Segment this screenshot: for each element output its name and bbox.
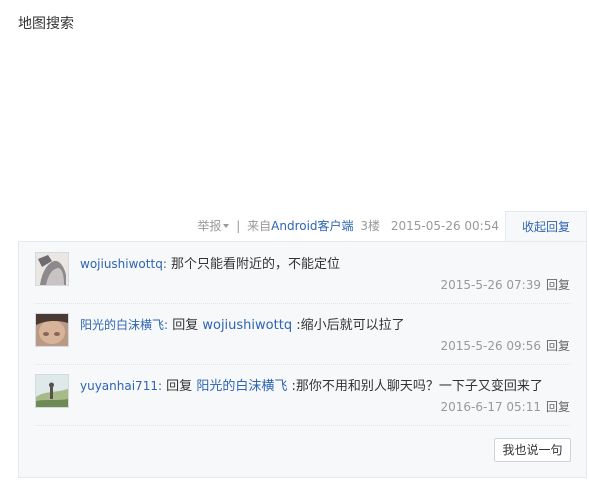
reply-panel: wojiushiwottq: 那个只能看附近的，不能定位 2015-5-26 0… (18, 241, 587, 478)
reply-item: yuyanhai711: 回复 阳光的白沫横飞 :那你不用和别人聊天吗？一下子又… (35, 364, 570, 426)
reply-colon: : (162, 257, 167, 271)
separator: | (236, 219, 241, 233)
reply-username[interactable]: wojiushiwottq (80, 257, 163, 271)
reply-username[interactable]: yuyanhai711 (80, 379, 158, 393)
reply-target-user[interactable]: wojiushiwottq (202, 318, 292, 333)
source-prefix: 来自 (247, 219, 272, 233)
user-avatar-photo-icon (36, 375, 68, 407)
floor-number: 3楼 (360, 219, 381, 233)
reply-item: 阳光的白沫横飞: 回复 wojiushiwottq :缩小后就可以拉了 2015… (35, 303, 570, 365)
avatar[interactable] (35, 374, 69, 408)
reply-button[interactable]: 回复 (546, 339, 570, 353)
report-link[interactable]: 举报 (197, 219, 230, 233)
reply-colon: : (157, 379, 163, 393)
reply-meta: 2015-5-26 07:39 回复 (440, 277, 570, 293)
reply-time: 2015-5-26 09:56 (440, 339, 541, 353)
reply-meta: 2015-5-26 09:56 回复 (440, 338, 570, 354)
reply-content: wojiushiwottq: 那个只能看附近的，不能定位 (80, 254, 570, 275)
add-comment-button[interactable]: 我也说一句 (494, 438, 571, 462)
reply-button[interactable]: 回复 (546, 278, 570, 292)
reply-content: yuyanhai711: 回复 阳光的白沫横飞 :那你不用和别人聊天吗？一下子又… (80, 376, 570, 397)
client-link[interactable]: Android客户端 (271, 219, 353, 233)
reply-username[interactable]: 阳光的白沫横飞 (80, 318, 164, 332)
reply-target-user[interactable]: 阳光的白沫横飞 (196, 379, 287, 394)
reply-item: wojiushiwottq: 那个只能看附近的，不能定位 2015-5-26 0… (35, 242, 570, 304)
post-content: 地图搜索 (18, 16, 74, 32)
post-tail-info: 举报 | 来自Android客户端 3楼 2015-05-26 00:54 (197, 211, 499, 242)
reply-time: 2015-5-26 07:39 (440, 278, 541, 292)
avatar[interactable] (35, 313, 69, 347)
user-avatar-photo-icon (36, 253, 68, 285)
reply-meta: 2016-6-17 05:11 回复 (440, 399, 570, 415)
reply-text: 那个只能看附近的，不能定位 (171, 257, 341, 272)
post-tail-bar: 举报 | 来自Android客户端 3楼 2015-05-26 00:54 收起… (18, 211, 587, 242)
reply-button[interactable]: 回复 (546, 400, 570, 414)
post-time: 2015-05-26 00:54 (390, 219, 499, 233)
reply-keyword: 回复 (172, 318, 199, 333)
reply-colon: : (164, 318, 169, 332)
user-avatar-photo-icon (36, 314, 68, 346)
collapse-replies-button[interactable]: 收起回复 (505, 211, 587, 242)
reply-time: 2016-6-17 05:11 (440, 400, 541, 414)
reply-text: :那你不用和别人聊天吗？一下子又变回来了 (291, 379, 543, 394)
reply-content: 阳光的白沫横飞: 回复 wojiushiwottq :缩小后就可以拉了 (80, 315, 570, 336)
reply-text: :缩小后就可以拉了 (296, 318, 405, 333)
avatar[interactable] (35, 252, 69, 286)
chevron-down-icon (223, 223, 230, 228)
reply-keyword: 回复 (166, 379, 193, 394)
post-page: 地图搜索 举报 | 来自Android客户端 3楼 2015-05-26 00:… (0, 0, 590, 484)
report-label: 举报 (197, 219, 222, 233)
